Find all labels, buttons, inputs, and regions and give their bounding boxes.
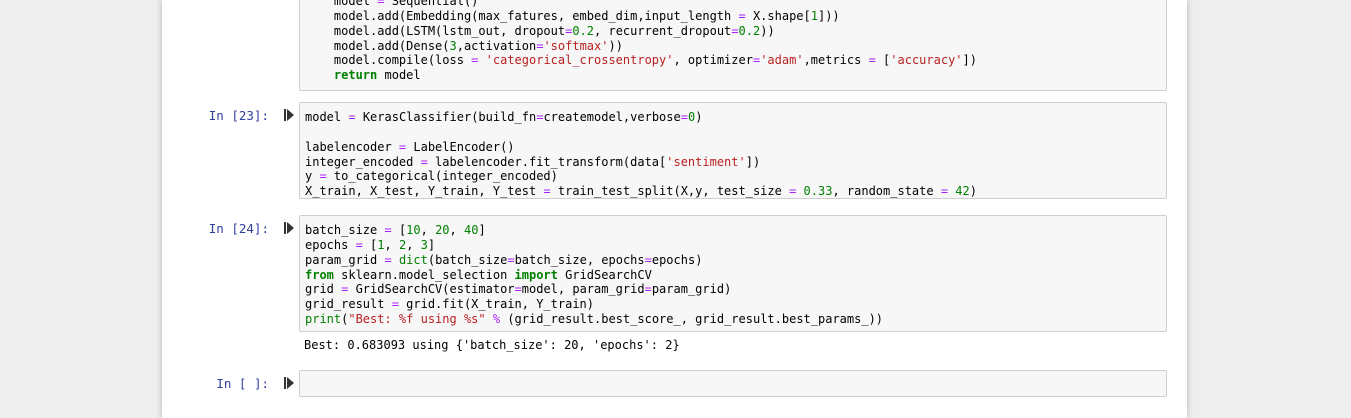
code-line: epochs = [1, 2, 3] <box>305 237 436 252</box>
code-line: grid = GridSearchCV(estimator=model, par… <box>305 282 732 297</box>
code-editor[interactable]: model = KerasClassifier(build_fn=createm… <box>305 110 977 199</box>
cell-input-area[interactable] <box>299 370 1167 397</box>
cell-prompt: In [23]: <box>208 108 269 123</box>
cell-output-text: Best: 0.683093 using {'batch_size': 20, … <box>304 338 680 352</box>
code-line: ​ <box>305 125 977 140</box>
run-cell-icon[interactable] <box>284 222 294 234</box>
code-line: integer_encoded = labelencoder.fit_trans… <box>305 154 761 169</box>
cell-prompt: In [ ]: <box>216 376 269 391</box>
code-line: labelencoder = LabelEncoder() <box>305 139 515 154</box>
cell-input-area[interactable]: model = Sequential() model.add(Embedding… <box>299 0 1167 91</box>
code-line: model.add(LSTM(lstm_out, dropout=0.2, re… <box>305 23 775 38</box>
code-line: from sklearn.model_selection import Grid… <box>305 267 652 282</box>
code-line: print("Best: %f using %s" % (grid_result… <box>305 312 884 327</box>
code-line: model.add(Embedding(max_fatures, embed_d… <box>305 8 840 23</box>
code-editor[interactable]: batch_size = [10, 20, 40] epochs = [1, 2,… <box>305 223 883 327</box>
code-line: grid_result = grid.fit(X_train, Y_train) <box>305 297 595 312</box>
code-line: param_grid = dict(batch_size=batch_size,… <box>305 252 703 267</box>
cell-input-area[interactable]: model = KerasClassifier(build_fn=createm… <box>299 102 1167 199</box>
run-cell-icon[interactable] <box>284 109 294 121</box>
cell-prompt: In [24]: <box>208 221 269 236</box>
cell-input-area[interactable]: batch_size = [10, 20, 40] epochs = [1, 2,… <box>299 215 1167 332</box>
code-line: y = to_categorical(integer_encoded) <box>305 169 558 184</box>
code-editor[interactable]: model = Sequential() model.add(Embedding… <box>305 0 977 83</box>
code-line: model.add(Dense(3,activation='softmax')) <box>305 38 623 53</box>
code-line: model = Sequential() <box>305 0 479 8</box>
code-line: X_train, X_test, Y_train, Y_test = train… <box>305 184 977 199</box>
run-cell-icon[interactable] <box>284 377 294 389</box>
code-line: model = KerasClassifier(build_fn=createm… <box>305 110 703 124</box>
code-line: batch_size = [10, 20, 40] <box>305 223 486 237</box>
code-line: model.compile(loss = 'categorical_crosse… <box>305 53 977 68</box>
code-line: return model <box>333 68 421 83</box>
notebook-container: model = Sequential() model.add(Embedding… <box>162 0 1187 418</box>
